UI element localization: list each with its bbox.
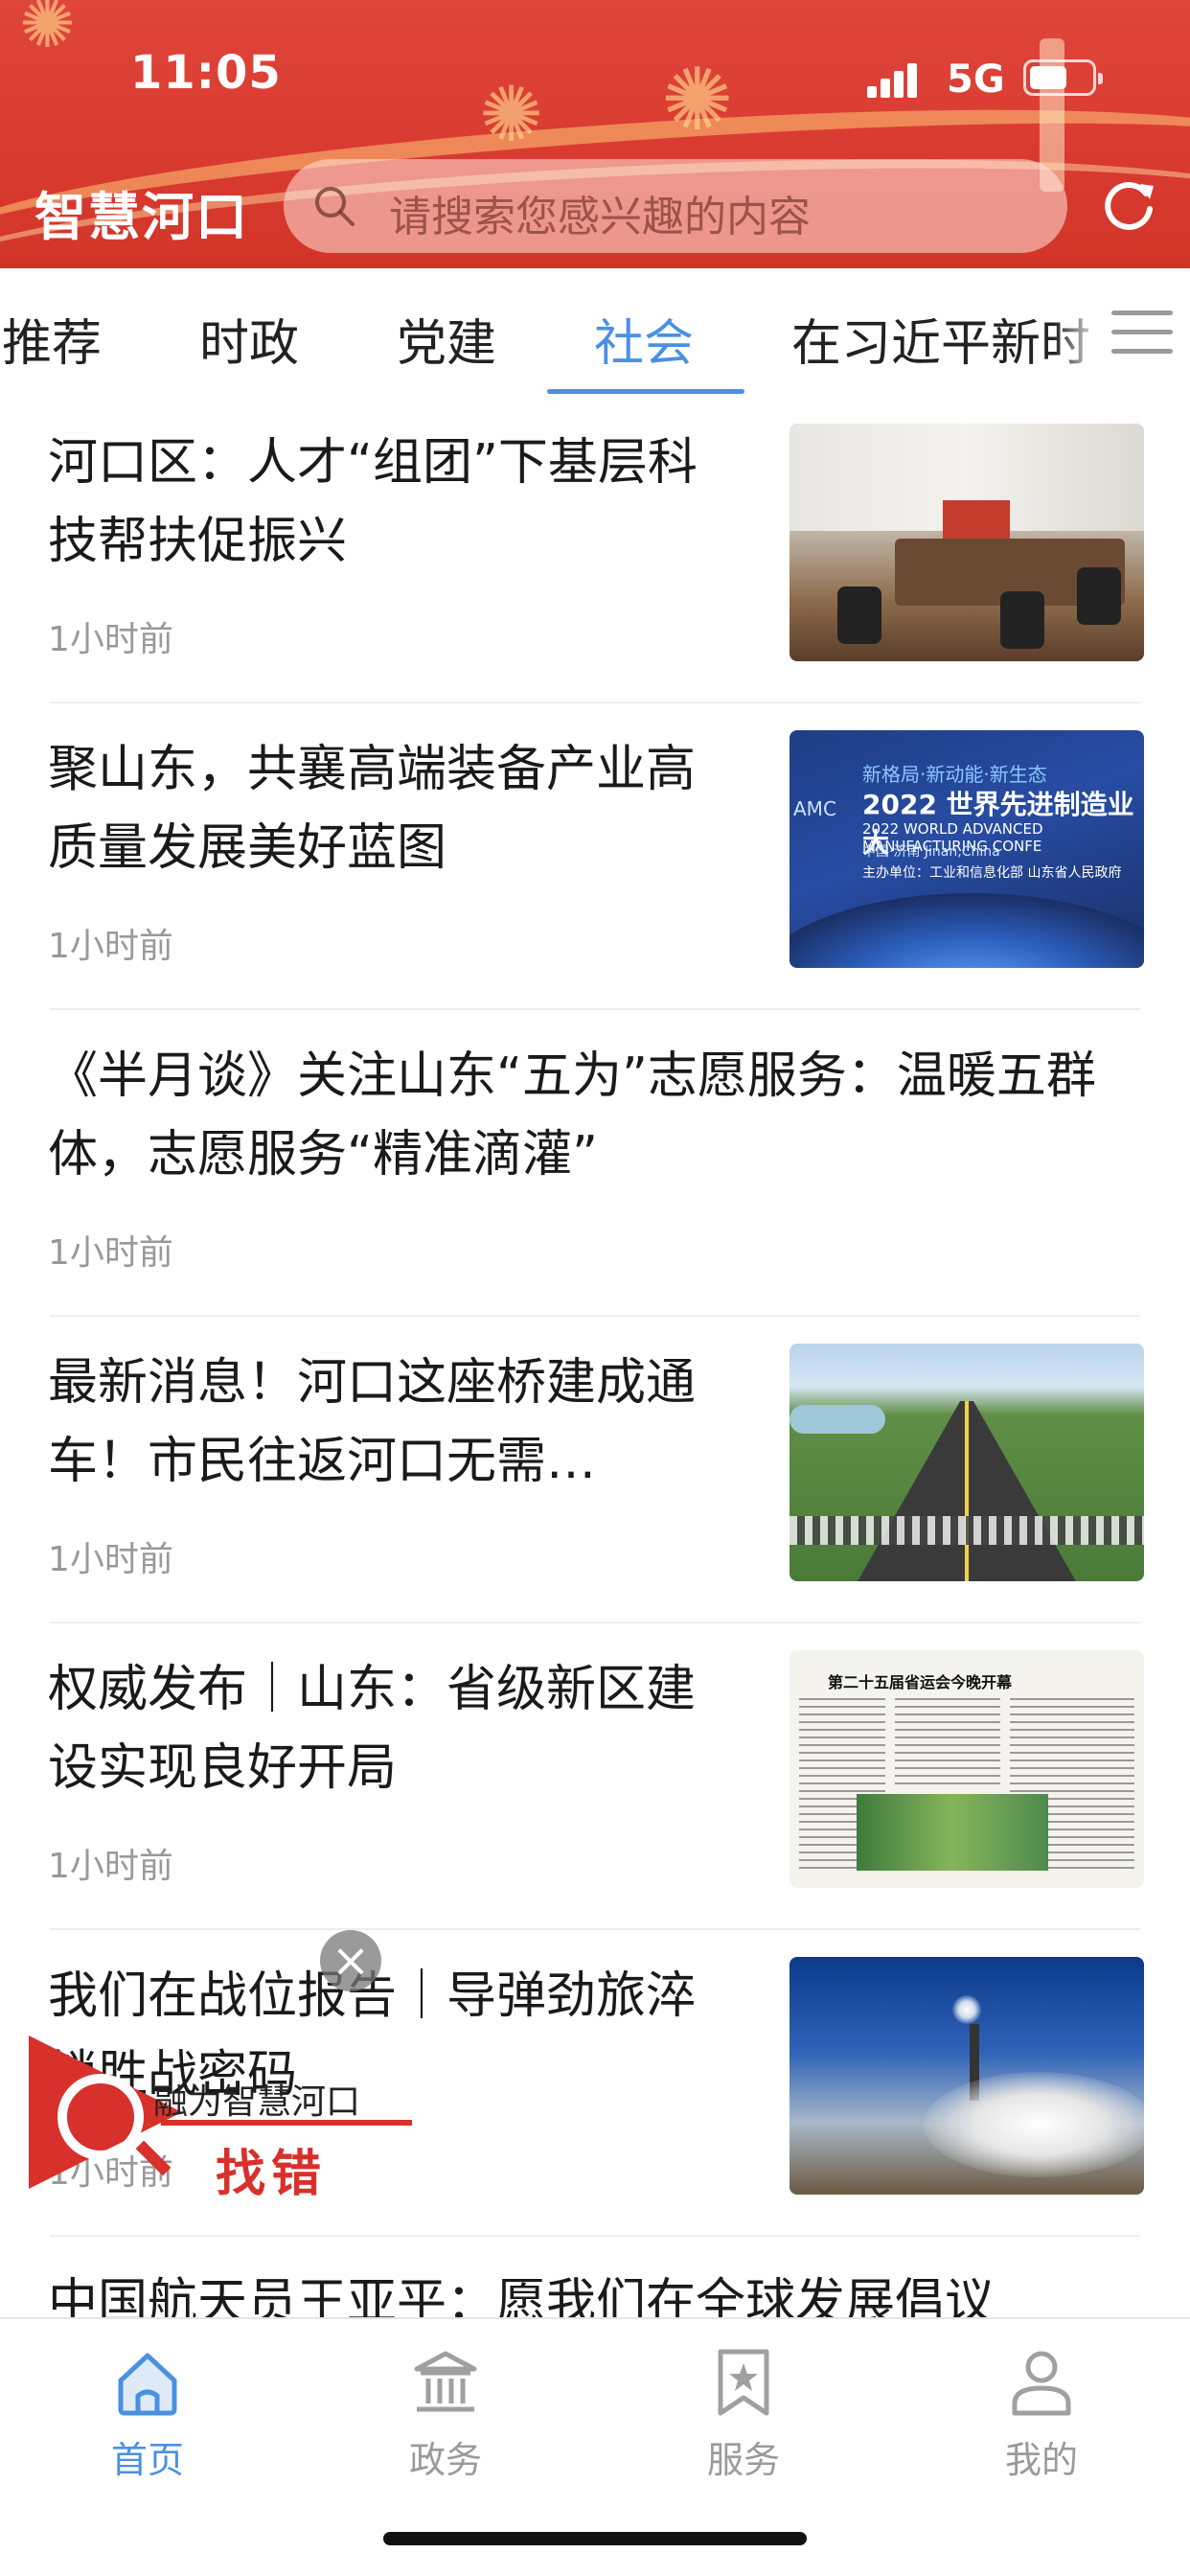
badge-brand: 融为智慧河口 — [153, 2082, 361, 2122]
news-title: 《半月谈》关注山东“五为”志愿服务：温暖五群体，志愿服务“精准滴灌” — [48, 1047, 1096, 1184]
news-item[interactable]: 中国航天员王亚平：愿我们在全球发展倡议 — [0, 2237, 1190, 2319]
app-header: ✺ ✺ ✺ 11:05 5G 智慧河口 请搜索您感兴趣的内容 — [0, 0, 1190, 268]
news-item[interactable]: 权威发布｜山东：省级新区建设实现良好开局 1小时前 第二十五届省运会今晚开幕 — [0, 1623, 1190, 1930]
thumb-tagline: 新格局·新动能·新生态 — [862, 763, 1047, 786]
nav-home[interactable]: 首页 — [52, 2334, 243, 2488]
magnifier-icon — [57, 2074, 144, 2160]
error-report-badge[interactable]: 融为智慧河口 找错 × — [29, 1930, 412, 2218]
active-tab-indicator — [547, 389, 744, 394]
search-icon — [315, 187, 355, 226]
home-icon — [118, 2353, 177, 2416]
category-tabs: 推荐 时政 党建 社会 在习近平新时 — [0, 268, 1190, 397]
news-time: 1小时前 — [48, 620, 173, 659]
network-type: 5G — [947, 58, 1005, 102]
tab-recommend[interactable]: 推荐 — [2, 303, 102, 375]
news-item[interactable]: 河口区：人才“组团”下基层科技帮扶促振兴 1小时前 — [0, 397, 1190, 703]
badge-label: 找错 — [216, 2146, 328, 2203]
news-thumbnail-missile — [790, 1957, 1144, 2195]
news-item[interactable]: 聚山东，共襄高端装备产业高质量发展美好蓝图 1小时前 AMC 新格局·新动能·新… — [0, 703, 1190, 1010]
news-title: 最新消息！河口这座桥建成通车！市民往返河口无需… — [48, 1354, 697, 1490]
nav-services[interactable]: 服务 — [648, 2334, 839, 2488]
channel-menu-icon[interactable] — [1111, 307, 1173, 360]
government-building-icon — [414, 2351, 477, 2412]
news-title: 权威发布｜山东：省级新区建设实现良好开局 — [48, 1661, 697, 1797]
news-item[interactable]: 最新消息！河口这座桥建成通车！市民往返河口无需… 1小时前 — [0, 1317, 1190, 1623]
amc-logo: AMC — [793, 797, 836, 820]
thumb-headline: 第二十五届省运会今晚开幕 — [828, 1673, 1013, 1691]
search-placeholder: 请搜索您感兴趣的内容 — [389, 193, 811, 242]
news-time: 1小时前 — [48, 1847, 173, 1886]
battery-icon — [1023, 59, 1103, 96]
nav-me[interactable]: 我的 — [946, 2334, 1137, 2488]
close-icon[interactable]: × — [320, 1930, 381, 1991]
tab-party-building[interactable]: 党建 — [397, 303, 496, 375]
nav-label: 我的 — [1004, 2439, 1078, 2481]
news-thumbnail-expo: AMC 新格局·新动能·新生态 2022 世界先进制造业大 2022 WORLD… — [790, 730, 1144, 968]
bookmark-star-icon — [718, 2349, 769, 2416]
refresh-icon[interactable] — [1098, 174, 1159, 236]
status-bar: 11:05 5G — [0, 0, 1190, 153]
home-indicator — [383, 2532, 807, 2545]
news-item[interactable]: 《半月谈》关注山东“五为”志愿服务：温暖五群体，志愿服务“精准滴灌” 1小时前 — [0, 1010, 1190, 1317]
tab-xi-new-era[interactable]: 在习近平新时 — [791, 303, 1090, 375]
news-time: 1小时前 — [48, 1540, 173, 1579]
tab-politics[interactable]: 时政 — [199, 303, 299, 375]
news-title: 中国航天员王亚平：愿我们在全球发展倡议 — [48, 2274, 995, 2319]
status-time: 11:05 — [130, 46, 282, 100]
nav-government[interactable]: 政务 — [350, 2334, 541, 2488]
thumb-city: 中国·济南 Jinan,China — [862, 844, 1000, 860]
cellular-signal-icon — [867, 59, 925, 98]
news-thumbnail-newspaper: 第二十五届省运会今晚开幕 — [790, 1650, 1144, 1888]
news-time: 1小时前 — [48, 927, 173, 966]
app-title: 智慧河口 — [34, 187, 249, 247]
news-title: 河口区：人才“组团”下基层科技帮扶促振兴 — [48, 434, 698, 570]
news-title: 聚山东，共襄高端装备产业高质量发展美好蓝图 — [48, 741, 697, 877]
news-thumbnail-bridge — [790, 1344, 1144, 1581]
search-input[interactable]: 请搜索您感兴趣的内容 — [284, 159, 1067, 253]
nav-label: 政务 — [408, 2439, 482, 2481]
user-icon — [1012, 2351, 1071, 2416]
nav-label: 服务 — [706, 2439, 780, 2481]
news-thumbnail-meeting — [790, 424, 1144, 661]
news-time: 1小时前 — [48, 1233, 173, 1273]
thumb-host: 主办单位：工业和信息化部 山东省人民政府 — [862, 865, 1122, 881]
tab-society[interactable]: 社会 — [594, 303, 694, 375]
badge-underline — [161, 2120, 412, 2126]
nav-label: 首页 — [110, 2439, 184, 2481]
